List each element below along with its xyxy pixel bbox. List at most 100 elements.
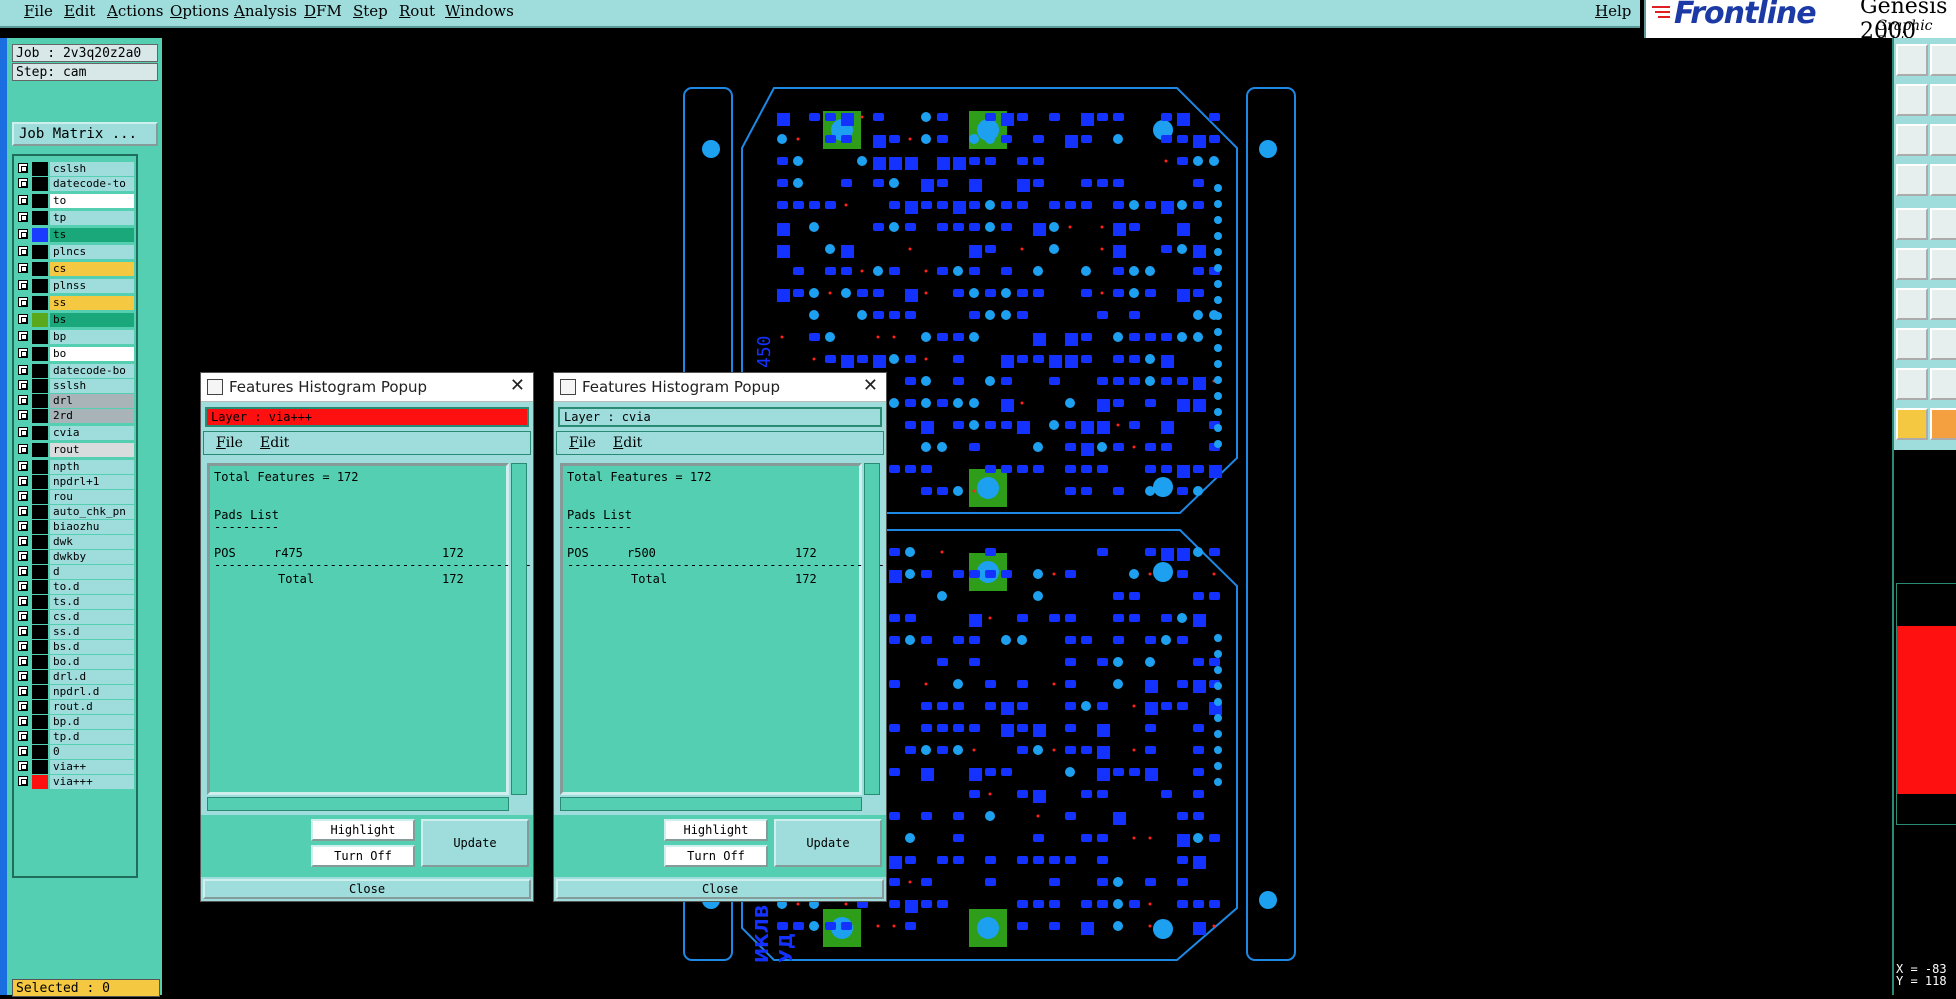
layer-checkbox[interactable] [18, 776, 28, 786]
layer-color-swatch[interactable] [32, 715, 48, 729]
layer-checkbox[interactable] [18, 626, 28, 636]
update-button[interactable]: Update [774, 819, 882, 867]
layer-name[interactable]: bo.d [50, 655, 134, 669]
layer-checkbox[interactable] [18, 716, 28, 726]
menu-windows[interactable]: Windows [445, 2, 514, 20]
layer-color-swatch[interactable] [32, 610, 48, 624]
menu-file[interactable]: File [24, 2, 53, 20]
layer-row[interactable]: rout [16, 443, 134, 457]
pointer-alt-icon[interactable] [1930, 408, 1956, 440]
layer-name[interactable]: ss [50, 296, 134, 310]
select-shape-icon[interactable] [1896, 328, 1928, 360]
layer-name[interactable]: ts.d [50, 595, 134, 609]
layer-checkbox[interactable] [18, 686, 28, 696]
horizontal-scrollbar[interactable] [207, 797, 509, 811]
layer-color-swatch[interactable] [32, 625, 48, 639]
layer-row[interactable]: 0 [16, 745, 134, 759]
layer-color-swatch[interactable] [32, 262, 48, 276]
layer-name[interactable]: cslsh [50, 162, 134, 176]
layer-color-swatch[interactable] [32, 760, 48, 774]
overview-map[interactable] [1896, 583, 1956, 825]
layer-name[interactable]: rout.d [50, 700, 134, 714]
layer-color-swatch[interactable] [32, 279, 48, 293]
pointer-icon[interactable] [1896, 408, 1928, 440]
layer-name[interactable]: ss.d [50, 625, 134, 639]
popup-menu-file[interactable]: File [569, 435, 596, 451]
layer-color-swatch[interactable] [32, 330, 48, 344]
menu-rout[interactable]: Rout [399, 2, 435, 20]
popup-titlebar[interactable]: Features Histogram Popup ✕ [554, 373, 886, 402]
layer-color-swatch[interactable] [32, 490, 48, 504]
layer-checkbox[interactable] [18, 656, 28, 666]
layer-row[interactable]: bp [16, 330, 134, 344]
layer-color-swatch[interactable] [32, 177, 48, 191]
layer-row[interactable]: tp [16, 211, 134, 225]
layer-row[interactable]: dwkby [16, 550, 134, 564]
zoom-fit-icon[interactable] [1896, 124, 1928, 156]
layer-checkbox[interactable] [18, 163, 28, 173]
layer-checkbox[interactable] [18, 195, 28, 205]
layer-color-swatch[interactable] [32, 394, 48, 408]
layer-checkbox[interactable] [18, 444, 28, 454]
close-button[interactable]: Close [556, 879, 884, 899]
layer-color-swatch[interactable] [32, 595, 48, 609]
layer-row[interactable]: via++ [16, 760, 134, 774]
layer-checkbox[interactable] [18, 229, 28, 239]
layer-name[interactable]: 2rd [50, 409, 134, 423]
layer-name[interactable]: tp [50, 211, 134, 225]
layer-checkbox[interactable] [18, 671, 28, 681]
menu-help[interactable]: Help [1595, 2, 1631, 20]
menu-step[interactable]: Step [353, 2, 388, 20]
triangle-icon[interactable] [1896, 368, 1928, 400]
close-icon[interactable]: ✕ [510, 375, 525, 396]
update-button[interactable]: Update [421, 819, 529, 867]
layer-color-swatch[interactable] [32, 460, 48, 474]
popup-menu-edit[interactable]: Edit [260, 435, 289, 451]
layer-checkbox[interactable] [18, 348, 28, 358]
layer-row[interactable]: bp.d [16, 715, 134, 729]
layer-name[interactable]: cvia [50, 426, 134, 440]
cross-icon[interactable] [1930, 248, 1956, 280]
layer-row[interactable]: cs.d [16, 610, 134, 624]
layer-color-swatch[interactable] [32, 313, 48, 327]
layer-row[interactable]: plncs [16, 245, 134, 259]
turn-off-button[interactable]: Turn Off [664, 845, 768, 867]
layer-name[interactable]: bs.d [50, 640, 134, 654]
turn-off-button[interactable]: Turn Off [311, 845, 415, 867]
layer-row[interactable]: npth [16, 460, 134, 474]
zoom-area-icon[interactable] [1930, 124, 1956, 156]
layer-checkbox[interactable] [18, 427, 28, 437]
layer-checkbox[interactable] [18, 596, 28, 606]
layer-row[interactable]: to.d [16, 580, 134, 594]
layer-checkbox[interactable] [18, 212, 28, 222]
layer-row[interactable]: dwk [16, 535, 134, 549]
layer-color-swatch[interactable] [32, 296, 48, 310]
layer-checkbox[interactable] [18, 746, 28, 756]
layer-checkbox[interactable] [18, 506, 28, 516]
layer-color-swatch[interactable] [32, 670, 48, 684]
layer-color-swatch[interactable] [32, 535, 48, 549]
layer-row[interactable]: ts [16, 228, 134, 242]
layer-name[interactable]: via++ [50, 760, 134, 774]
layer-row[interactable]: bo.d [16, 655, 134, 669]
layer-row[interactable]: bs [16, 313, 134, 327]
layer-row[interactable]: npdrl.d [16, 685, 134, 699]
record-icon[interactable] [1930, 164, 1956, 196]
snap-icon[interactable] [1896, 208, 1928, 240]
layer-name[interactable]: rou [50, 490, 134, 504]
menu-actions[interactable]: Actions [107, 2, 163, 20]
close-button[interactable]: Close [203, 879, 531, 899]
layer-row[interactable]: datecode-bo [16, 364, 134, 378]
layer-name[interactable]: ts [50, 228, 134, 242]
layer-name[interactable]: dwkby [50, 550, 134, 564]
popup-titlebar[interactable]: Features Histogram Popup ✕ [201, 373, 533, 402]
layer-color-swatch[interactable] [32, 194, 48, 208]
clipboard-icon[interactable] [1896, 44, 1928, 76]
layer-checkbox[interactable] [18, 461, 28, 471]
menu-dfm[interactable]: DFM [304, 2, 342, 20]
layer-checkbox[interactable] [18, 491, 28, 501]
layer-row[interactable]: ts.d [16, 595, 134, 609]
layer-color-swatch[interactable] [32, 505, 48, 519]
layer-name[interactable]: tp.d [50, 730, 134, 744]
layer-checkbox[interactable] [18, 581, 28, 591]
